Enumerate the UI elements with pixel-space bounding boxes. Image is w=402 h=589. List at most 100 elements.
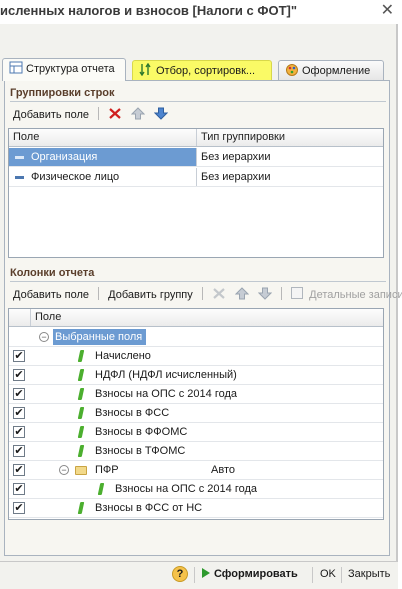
move-up-icon[interactable] bbox=[234, 287, 250, 300]
tree-row[interactable]: ✔ Взносы в ТФОМС bbox=[9, 442, 383, 461]
row-label: Взносы на ОПС с 2014 года bbox=[95, 388, 238, 400]
move-down-icon[interactable] bbox=[257, 287, 273, 300]
detail-records-label[interactable]: Детальные записи bbox=[306, 288, 402, 302]
row-group-type: Без иерархии bbox=[201, 151, 271, 163]
tab-label: Оформление bbox=[302, 65, 371, 77]
row-groups-table: Поле Тип группировки Организация Без иер… bbox=[8, 128, 384, 258]
add-group-button[interactable]: Добавить группу bbox=[105, 288, 196, 302]
section-divider bbox=[10, 281, 386, 282]
collapse-icon[interactable]: − bbox=[39, 332, 49, 342]
leaf-icon bbox=[77, 426, 85, 438]
table-row[interactable]: Физическое лицо Без иерархии bbox=[9, 168, 383, 187]
include-checkbox[interactable]: ✔ bbox=[13, 369, 25, 381]
root-label: Выбранные поля bbox=[53, 329, 147, 345]
include-checkbox[interactable]: ✔ bbox=[13, 502, 25, 514]
window-title: исленных налогов и взносов [Налоги с ФОТ… bbox=[0, 3, 298, 18]
column-divider bbox=[196, 148, 197, 166]
collapse-icon[interactable]: − bbox=[59, 465, 69, 475]
column-header-group-type[interactable]: Тип группировки bbox=[201, 131, 285, 143]
tab-strip: Структура отчета Отбор, сортировк... Офо… bbox=[2, 58, 394, 81]
field-icon bbox=[15, 176, 24, 179]
leaf-icon bbox=[77, 407, 85, 419]
include-checkbox[interactable]: ✔ bbox=[13, 388, 25, 400]
tab-filter-sort[interactable]: Отбор, сортировк... bbox=[132, 60, 272, 80]
section-divider bbox=[10, 101, 386, 102]
close-icon[interactable]: ✕ bbox=[381, 2, 394, 20]
row-label: НДФЛ (НДФЛ исчисленный) bbox=[95, 369, 237, 381]
tree-row[interactable]: ✔ Начислено bbox=[9, 347, 383, 366]
include-checkbox[interactable]: ✔ bbox=[13, 464, 25, 476]
tree-row[interactable]: ✔ Взносы в ФФОМС bbox=[9, 423, 383, 442]
table-row[interactable]: Организация Без иерархии bbox=[9, 148, 383, 167]
row-label: Взносы в ФСС bbox=[95, 407, 170, 419]
move-up-icon[interactable] bbox=[131, 107, 146, 120]
tab-label: Отбор, сортировк... bbox=[156, 65, 256, 77]
detail-records-checkbox[interactable] bbox=[291, 287, 305, 300]
tree-row[interactable]: ✔ Взносы в ФСС bbox=[9, 404, 383, 423]
move-down-icon[interactable] bbox=[154, 107, 169, 120]
palette-icon bbox=[285, 63, 299, 76]
row-placement: Авто bbox=[211, 464, 235, 476]
leaf-icon bbox=[77, 388, 85, 400]
leaf-icon bbox=[77, 502, 85, 514]
row-groups-title: Группировки строк bbox=[10, 87, 115, 99]
tab-label: Структура отчета bbox=[26, 63, 115, 75]
column-divider bbox=[196, 129, 197, 146]
toolbar-separator bbox=[201, 287, 203, 300]
toolbar-separator bbox=[98, 107, 100, 120]
tree-group-row[interactable]: ✔ − ПФР Авто bbox=[9, 461, 383, 480]
include-checkbox[interactable]: ✔ bbox=[13, 445, 25, 457]
row-group-type: Без иерархии bbox=[201, 171, 271, 183]
tree-root-row[interactable]: − Выбранные поля bbox=[9, 328, 383, 347]
filter-sort-icon bbox=[139, 62, 153, 77]
toolbar-separator bbox=[281, 287, 283, 300]
leaf-icon bbox=[77, 445, 85, 457]
generate-label: Сформировать bbox=[214, 568, 298, 580]
delete-icon[interactable] bbox=[212, 287, 226, 300]
include-checkbox[interactable]: ✔ bbox=[13, 483, 25, 495]
folder-icon bbox=[75, 466, 87, 475]
toolbar-separator bbox=[341, 567, 342, 583]
tree-row[interactable]: ✔ Взносы на ОПС с 2014 года bbox=[9, 480, 383, 499]
tab-appearance[interactable]: Оформление bbox=[278, 60, 384, 80]
include-checkbox[interactable]: ✔ bbox=[13, 426, 25, 438]
tree-header: Поле bbox=[9, 309, 383, 327]
leaf-icon bbox=[97, 483, 105, 495]
toolbar-separator bbox=[312, 567, 313, 583]
column-header-field[interactable]: Поле bbox=[13, 131, 39, 143]
command-bar: ? Сформировать OK Закрыть bbox=[0, 561, 398, 589]
structure-icon bbox=[9, 61, 23, 74]
row-label: ПФР bbox=[95, 464, 119, 476]
row-label: Взносы в ТФОМС bbox=[95, 445, 186, 457]
row-label: Взносы на ОПС с 2014 года bbox=[115, 483, 258, 495]
include-checkbox[interactable]: ✔ bbox=[13, 350, 25, 362]
close-button[interactable]: Закрыть bbox=[348, 568, 390, 580]
toolbar-separator bbox=[98, 287, 100, 300]
add-field-button[interactable]: Добавить поле bbox=[10, 108, 92, 122]
delete-icon[interactable] bbox=[108, 107, 122, 120]
include-checkbox[interactable]: ✔ bbox=[13, 407, 25, 419]
column-divider bbox=[30, 309, 31, 326]
column-header-field[interactable]: Поле bbox=[35, 311, 61, 323]
row-groups-toolbar: Добавить поле bbox=[10, 107, 171, 125]
ok-button[interactable]: OK bbox=[320, 568, 336, 580]
generate-button[interactable]: Сформировать bbox=[202, 568, 298, 580]
report-columns-toolbar: Добавить поле Добавить группу Детальные … bbox=[10, 287, 402, 305]
tree-row[interactable]: ✔ НДФЛ (НДФЛ исчисленный) bbox=[9, 366, 383, 385]
report-columns-title: Колонки отчета bbox=[10, 267, 95, 279]
row-label: Взносы в ФСС от НС bbox=[95, 502, 203, 514]
tab-report-structure[interactable]: Структура отчета bbox=[2, 58, 126, 81]
play-icon bbox=[202, 568, 210, 578]
report-columns-tree: Поле − Выбранные поля ✔ Начислено ✔ НДФЛ… bbox=[8, 308, 384, 520]
tree-row[interactable]: ✔ Взносы на ОПС с 2014 года bbox=[9, 385, 383, 404]
row-field: Организация bbox=[31, 151, 98, 163]
leaf-icon bbox=[77, 350, 85, 362]
tree-row[interactable]: ✔ Взносы в ФСС от НС bbox=[9, 499, 383, 518]
help-icon[interactable]: ? bbox=[172, 566, 188, 582]
add-field-button[interactable]: Добавить поле bbox=[10, 288, 92, 302]
column-divider bbox=[196, 168, 197, 186]
leaf-icon bbox=[77, 369, 85, 381]
row-label: Начислено bbox=[95, 350, 151, 362]
window-titlebar: исленных налогов и взносов [Налоги с ФОТ… bbox=[0, 0, 402, 24]
field-icon bbox=[15, 156, 24, 159]
